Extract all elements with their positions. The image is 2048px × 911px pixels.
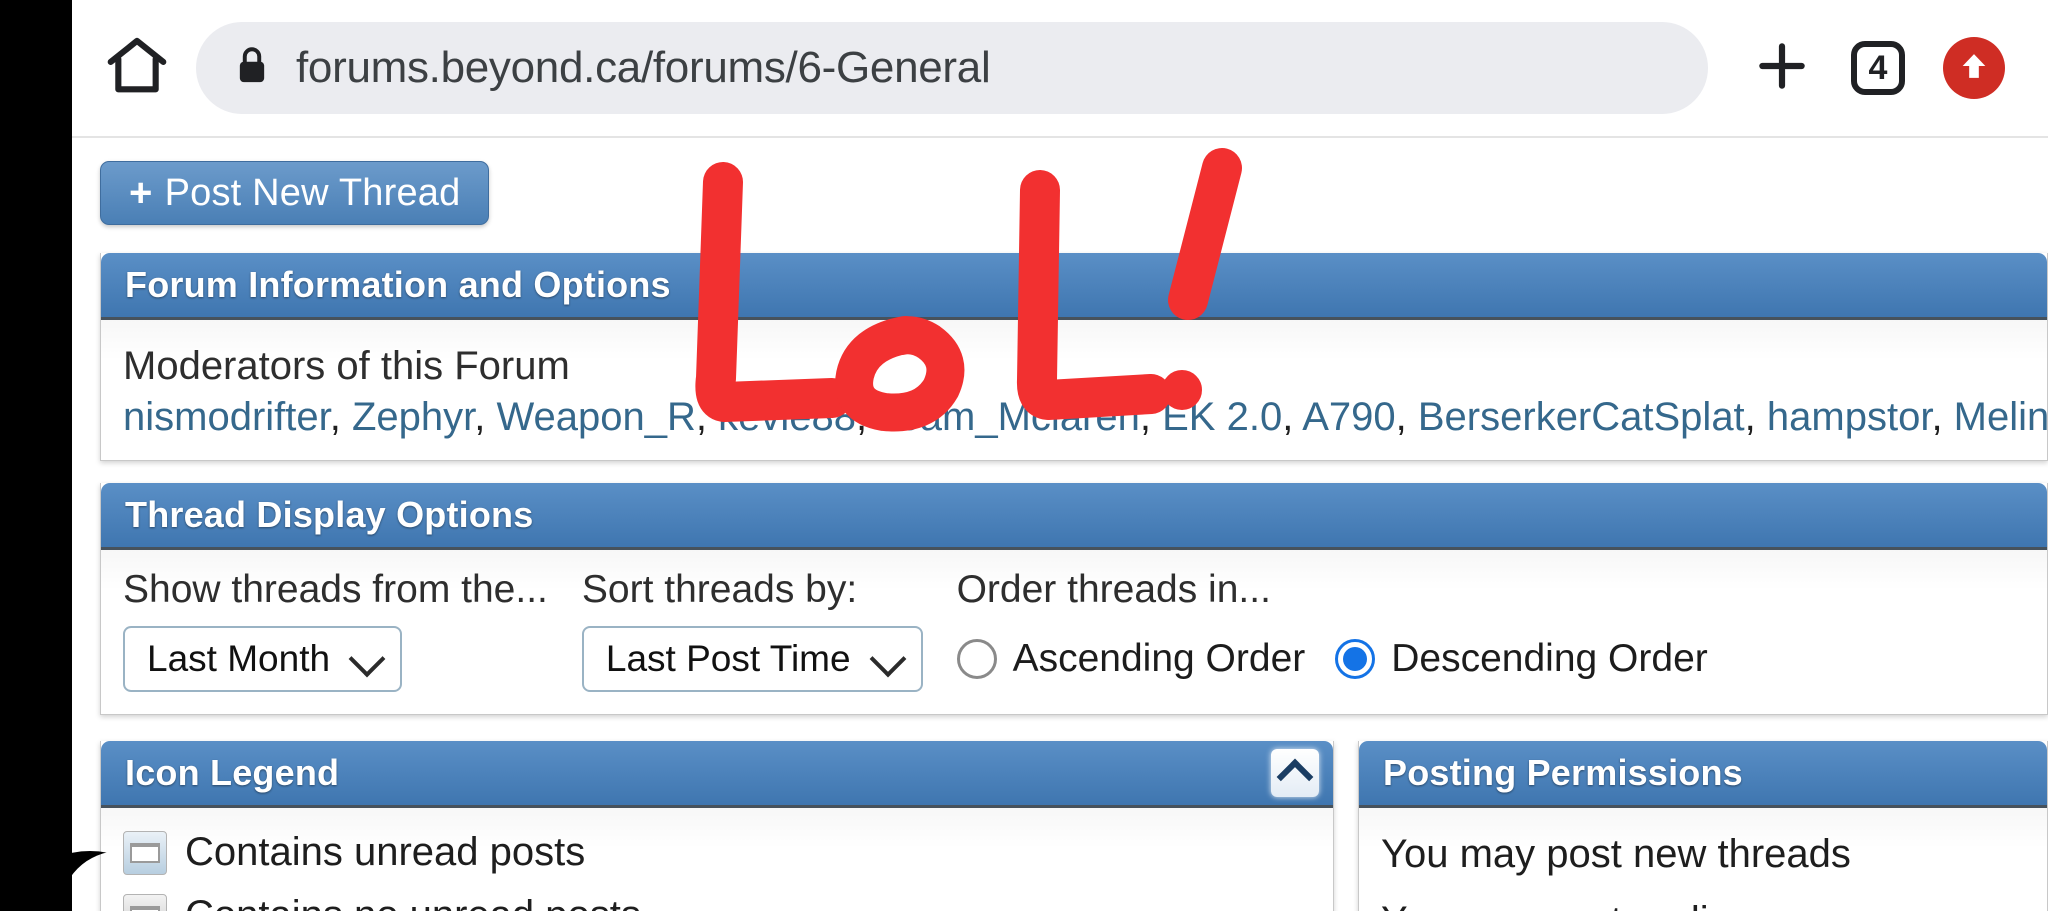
icon-legend-body: Contains unread posts Contains no unread … (101, 808, 1333, 911)
unread-posts-icon (123, 830, 167, 875)
tab-switcher-button[interactable]: 4 (1830, 20, 1926, 116)
icon-legend-label: Contains no unread posts (185, 893, 641, 911)
moderator-link[interactable]: EK 2.0 (1162, 395, 1282, 439)
moderator-link[interactable]: kevie88 (718, 395, 856, 439)
moderator-separator: , (474, 395, 497, 439)
moderator-separator: , (856, 395, 878, 439)
tab-count-box: 4 (1851, 41, 1905, 95)
plus-icon (1751, 35, 1813, 102)
thread-display-options-header: Thread Display Options (101, 483, 2047, 550)
descending-order-radio[interactable]: Descending Order (1335, 637, 1708, 681)
icon-legend-header: Icon Legend (101, 741, 1333, 808)
forum-information-panel: Forum Information and Options Moderators… (100, 253, 2048, 461)
icon-legend-title: Icon Legend (125, 752, 340, 793)
moderator-separator: , (695, 395, 719, 439)
url-bar[interactable]: forums.beyond.ca/forums/6-General (196, 22, 1708, 114)
moderator-link[interactable]: Weapon_R (497, 395, 696, 439)
forum-information-header: Forum Information and Options (101, 253, 2047, 320)
sort-threads-group: Sort threads by: Last Post Time (581, 568, 923, 692)
bottom-panels-row: Icon Legend Contains unread postsContain… (72, 741, 2048, 911)
read-posts-icon (123, 893, 167, 911)
upload-button[interactable] (1926, 20, 2022, 116)
forum-information-body: Moderators of this Forum nismodrifter, Z… (101, 320, 2048, 460)
moderator-separator: , (1931, 395, 1954, 439)
moderator-link[interactable]: nismodrifter (123, 395, 330, 439)
chevron-down-icon (348, 640, 386, 678)
url-text: forums.beyond.ca/forums/6-General (296, 43, 991, 92)
forum-content: + Post New Thread Forum Information and … (72, 136, 2048, 911)
icon-legend-row: Contains unread posts (123, 822, 1311, 885)
icon-legend-label: Contains unread posts (185, 830, 586, 874)
thread-display-options-body: Show threads from the... Last Month Sort… (101, 550, 2047, 714)
moderators-label: Moderators of this Forum (123, 344, 570, 388)
post-new-thread-button[interactable]: + Post New Thread (100, 161, 490, 225)
icon-legend-panel: Icon Legend Contains unread postsContain… (100, 741, 1334, 911)
content-divider (72, 136, 2048, 138)
plus-icon: + (129, 170, 153, 215)
arrow-up-icon (1957, 49, 1991, 88)
moderator-separator: , (1282, 395, 1303, 439)
moderator-separator: , (1395, 395, 1418, 439)
posting-permissions-body: You may post new threads You may post rep… (1359, 808, 2047, 911)
moderator-separator: , (329, 395, 352, 439)
forum-information-title: Forum Information and Options (125, 264, 671, 305)
posting-permissions-panel: Posting Permissions You may post new thr… (1358, 741, 2048, 911)
ascending-order-label: Ascending Order (1012, 637, 1306, 680)
lock-icon (232, 43, 272, 94)
show-threads-select[interactable]: Last Month (123, 626, 403, 692)
sort-threads-value: Last Post Time (605, 638, 851, 679)
phone-screenshot: forums.beyond.ca/forums/6-General 4 + Po… (0, 0, 2048, 911)
order-threads-group: Order threads in... Ascending Order Desc… (956, 568, 1708, 692)
thread-display-options-title: Thread Display Options (125, 494, 534, 535)
chevron-up-icon (1276, 758, 1314, 795)
show-threads-value: Last Month (147, 638, 331, 679)
device-bezel-left (0, 0, 72, 911)
order-threads-radios: Ascending Order Descending Order (956, 626, 1708, 692)
moderator-link[interactable]: Team_Mclaren (878, 395, 1140, 439)
home-icon (102, 31, 172, 106)
show-threads-label: Show threads from the... (123, 568, 548, 611)
upload-circle (1943, 37, 2005, 99)
radio-circle-selected-icon (1335, 639, 1376, 679)
icon-legend-row: Contains no unread posts (123, 885, 1311, 911)
icon-legend-collapse-button[interactable] (1271, 749, 1319, 797)
moderators-list: nismodrifter, Zephyr, Weapon_R, kevie88,… (123, 395, 2048, 444)
ascending-order-radio[interactable]: Ascending Order (956, 637, 1306, 681)
radio-circle-icon (956, 639, 997, 679)
browser-page: forums.beyond.ca/forums/6-General 4 + Po… (72, 0, 2048, 911)
new-tab-button[interactable] (1734, 20, 1830, 116)
posting-permissions-header: Posting Permissions (1359, 741, 2047, 808)
moderator-link[interactable]: Melinda (1954, 395, 2048, 439)
moderator-link[interactable]: A790 (1302, 395, 1395, 439)
posting-permissions-title: Posting Permissions (1383, 752, 1743, 793)
posting-permission-row: You may post new threads (1381, 832, 1851, 876)
show-threads-group: Show threads from the... Last Month (123, 568, 548, 692)
thread-display-options-panel: Thread Display Options Show threads from… (100, 483, 2048, 715)
chevron-down-icon (869, 640, 906, 678)
descending-order-label: Descending Order (1391, 637, 1708, 680)
sort-threads-label: Sort threads by: (581, 568, 858, 611)
tab-count-label: 4 (1868, 49, 1888, 87)
post-new-thread-label: Post New Thread (164, 171, 461, 214)
moderator-separator: , (1139, 395, 1163, 439)
browser-toolbar: forums.beyond.ca/forums/6-General 4 (72, 0, 2048, 136)
order-threads-label: Order threads in... (956, 568, 1271, 611)
sort-threads-select[interactable]: Last Post Time (581, 626, 923, 692)
moderator-link[interactable]: hampstor (1767, 395, 1932, 439)
posting-permission-row: You may post replies (1381, 889, 2025, 911)
moderator-separator: , (1744, 395, 1767, 439)
home-button[interactable] (94, 25, 180, 111)
moderator-link[interactable]: Zephyr (352, 395, 474, 439)
moderator-link[interactable]: BerserkerCatSplat (1418, 395, 1745, 439)
